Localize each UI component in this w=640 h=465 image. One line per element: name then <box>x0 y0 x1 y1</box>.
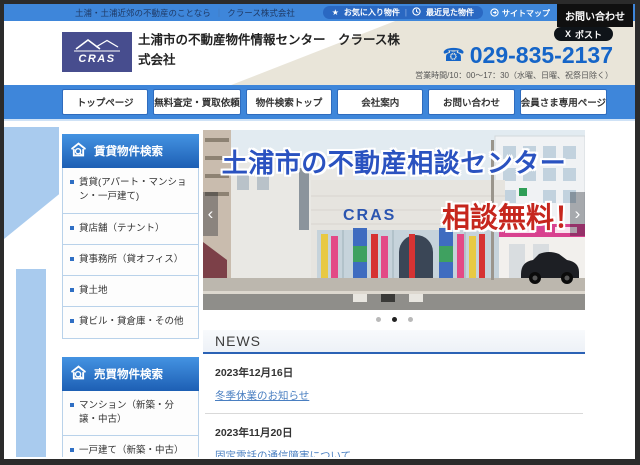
post-button-label: ポスト <box>574 29 602 40</box>
tagline-text: 土浦・土浦近郊の不動産のことなら <box>75 8 211 18</box>
rental-search-title: 賃貸物件検索 <box>94 146 163 158</box>
sidebar-item-rental-apartment[interactable]: 賃貸(アパート・マンション・一戸建て) <box>62 168 199 214</box>
logo-text: CRAS <box>78 53 115 65</box>
bullet-icon <box>70 319 74 324</box>
sidebar-item-label: 賃貸(アパート・マンション・一戸建て) <box>79 177 187 203</box>
arrow-circle-icon <box>490 8 499 19</box>
cras-houses-logo-icon: CRAS <box>74 39 120 65</box>
slider-dot-3[interactable] <box>407 317 413 322</box>
sidebar-item-rental-shop[interactable]: 貸店舗（テナント） <box>62 213 199 245</box>
slider-overlay-title: 土浦市の不動産相談センター <box>221 148 567 178</box>
chevron-right-icon: › <box>574 204 581 223</box>
slider-dot-2-active[interactable] <box>391 317 397 322</box>
favorites-link[interactable]: お気に入り物件 <box>344 7 400 18</box>
sidebar-item-label: 一戸建て（新築・中古） <box>79 445 184 456</box>
nav-property-search[interactable]: 物件検索トップ <box>245 89 333 115</box>
news-date: 2023年11月20日 <box>215 427 293 439</box>
contact-button-top[interactable]: お問い合わせ <box>557 4 633 27</box>
nav-free-assessment[interactable]: 無料査定・買取依頼 <box>153 89 241 115</box>
site-title: 土浦市の不動産物件情報センター クラース株 式会社 <box>138 30 410 70</box>
nav-top-page[interactable]: トップページ <box>62 89 149 115</box>
slider-next-button[interactable]: › <box>570 192 585 236</box>
contact-button-label: お問い合わせ <box>565 12 625 23</box>
site-tagline: 土浦・土浦近郊の不動産のことなら｜クラース株式会社 <box>75 7 295 19</box>
bullet-icon <box>70 288 74 292</box>
company-logo[interactable]: CRAS <box>62 32 132 72</box>
favorites-recent-pill: ★ お気に入り物件 | 最近見た物件 <box>322 6 483 19</box>
site-title-line1: 土浦市の不動産物件情報センター クラース株 <box>138 33 400 47</box>
business-hours: 営業時間/10：00～17：30（水曜、日曜、祝祭日除く） <box>415 71 613 81</box>
news-item: 2023年11月20日 固定電話の通信障害について <box>205 414 583 457</box>
bullet-icon <box>70 180 74 184</box>
phone-number-row: ☎ 029-835-2137 <box>415 42 613 68</box>
news-link-phone-outage[interactable]: 固定電話の通信障害について <box>215 450 351 457</box>
sidebar-item-label: 貸事務所（貸オフィス） <box>79 253 184 265</box>
star-icon: ★ <box>331 8 339 17</box>
sidebar-item-label: 貸土地 <box>79 285 108 296</box>
nav-member-page[interactable]: 会員さま専用ページ <box>519 89 608 115</box>
news-section-title: NEWS <box>203 330 585 354</box>
news-item: 2023年12月16日 冬季休業のお知らせ <box>205 354 583 414</box>
top-utility-bar: 土浦・土浦近郊の不動産のことなら｜クラース株式会社 ★ お気に入り物件 | 最近… <box>4 4 635 27</box>
recently-viewed-link[interactable]: 最近見た物件 <box>426 7 474 18</box>
chevron-left-icon: ‹ <box>207 204 214 223</box>
site-header: CRAS 土浦市の不動産物件情報センター クラース株 式会社 X ポスト ☎ 0… <box>4 21 635 85</box>
x-post-button[interactable]: X ポスト <box>553 27 613 41</box>
topbar-links: ★ お気に入り物件 | 最近見た物件 サイトマップ お問い合わせ <box>322 4 635 27</box>
slider-dot-1[interactable] <box>375 317 381 322</box>
webpage: 土浦・土浦近郊の不動産のことなら｜クラース株式会社 ★ お気に入り物件 | 最近… <box>4 4 635 459</box>
tagline-divider: ｜ <box>214 8 224 18</box>
building-sign-text: CRAS <box>343 207 396 224</box>
nav-company-info[interactable]: 会社案内 <box>337 89 424 115</box>
slider-overlay-subtitle: 相談無料！ <box>441 202 582 233</box>
sidebar-item-rental-office[interactable]: 貸事務所（貸オフィス） <box>62 244 199 276</box>
phone-number: 029-835-2137 <box>469 42 613 68</box>
site-title-line2: 式会社 <box>138 53 176 67</box>
sale-search-title: 売買物件検索 <box>94 368 163 381</box>
decorative-blue-shape-top <box>4 127 59 239</box>
news-date: 2023年12月16日 <box>215 367 294 379</box>
clock-icon <box>412 7 421 18</box>
bullet-icon <box>70 256 74 261</box>
x-logo-icon: X <box>564 29 571 39</box>
search-sidebar: 賃貸物件検索 賃貸(アパート・マンション・一戸建て) 貸店舗（テナント） 貸事務… <box>62 134 199 457</box>
slider-prev-button[interactable]: ‹ <box>203 192 218 236</box>
main-column: CRAS 土浦市の不動産相談センター 相談無料！ ‹ › NEWS 2023年1… <box>203 130 585 457</box>
bullet-icon <box>70 225 74 230</box>
sidebar-item-label: 貸ビル・貸倉庫・その他 <box>79 316 184 328</box>
sale-search-header: 売買物件検索 <box>62 356 199 391</box>
company-short-name: クラース株式会社 <box>227 8 295 18</box>
sidebar-item-rental-building[interactable]: 貸ビル・貸倉庫・その他 <box>62 307 199 339</box>
sidebar-item-sale-mansion[interactable]: マンション（新築・分譲・中古） <box>62 390 199 436</box>
nav-contact[interactable]: お問い合わせ <box>428 89 515 115</box>
header-contact-block: X ポスト ☎ 029-835-2137 営業時間/10：00～17：30（水曜… <box>415 24 613 81</box>
pill-separator: | <box>404 8 407 17</box>
sidebar-item-label: マンション（新築・分譲・中古） <box>79 399 175 425</box>
browser-screenshot-frame: 土浦・土浦近郊の不動産のことなら｜クラース株式会社 ★ お気に入り物件 | 最近… <box>0 0 640 465</box>
sitemap-link[interactable]: サイトマップ <box>490 8 550 19</box>
phone-icon: ☎ <box>442 44 465 65</box>
sitemap-label: サイトマップ <box>502 9 550 18</box>
sidebar-item-rental-land[interactable]: 貸土地 <box>62 276 199 308</box>
sidebar-item-label: 貸店舗（テナント） <box>79 222 165 234</box>
news-section: NEWS 2023年12月16日 冬季休業のお知らせ 2023年11月20日 固… <box>203 330 585 457</box>
rental-search-header: 賃貸物件検索 <box>62 134 199 168</box>
hero-slider: CRAS 土浦市の不動産相談センター 相談無料！ ‹ › <box>203 130 585 310</box>
sidebar-item-sale-house[interactable]: 一戸建て（新築・中古） <box>62 436 199 457</box>
bullet-icon <box>70 402 74 407</box>
house-search-icon <box>70 364 87 384</box>
main-navigation: トップページ 無料査定・買取依頼 物件検索トップ 会社案内 お問い合わせ 会員さ… <box>4 85 635 121</box>
bullet-icon <box>70 448 74 452</box>
page-content: 賃貸物件検索 賃貸(アパート・マンション・一戸建て) 貸店舗（テナント） 貸事務… <box>4 121 635 457</box>
decorative-blue-strip <box>16 269 46 457</box>
house-search-icon <box>70 141 87 161</box>
slider-pagination <box>203 317 585 322</box>
news-link-winter-holiday[interactable]: 冬季休業のお知らせ <box>215 390 309 402</box>
